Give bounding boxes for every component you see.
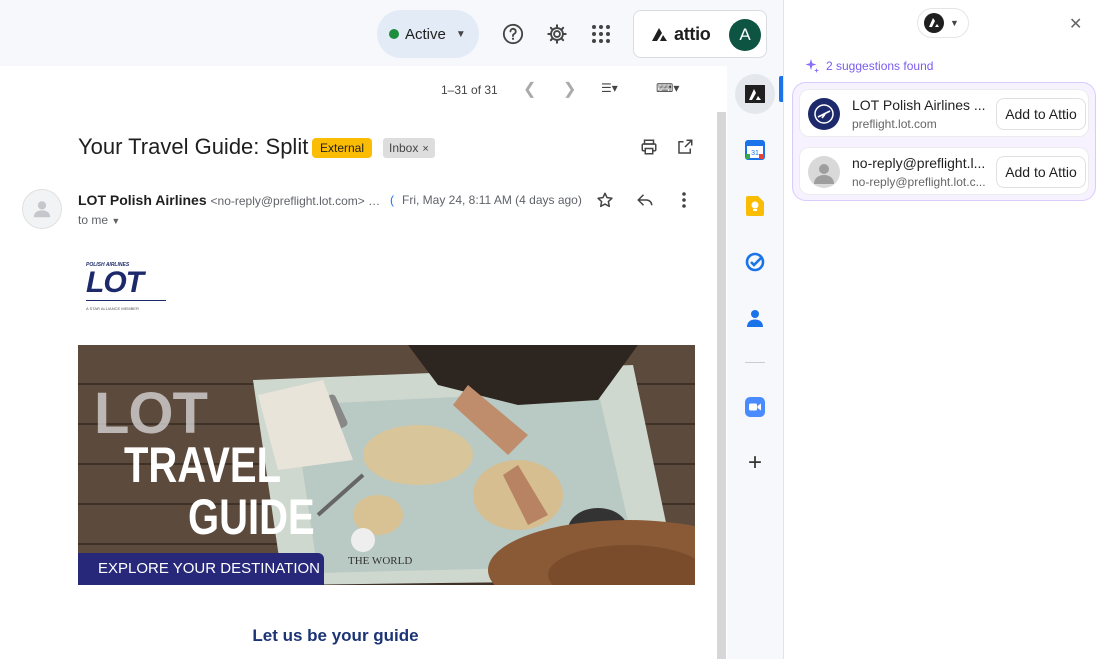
google-contacts-icon[interactable]: [743, 306, 767, 330]
apps-grid-icon[interactable]: [589, 22, 613, 46]
active-status-dot: [389, 29, 399, 39]
next-page-icon[interactable]: ❯: [563, 79, 576, 99]
status-selector[interactable]: Active ▼: [377, 10, 479, 58]
inbox-label-chip[interactable]: Inbox ×: [383, 138, 435, 158]
sender-avatar[interactable]: [22, 189, 62, 229]
recipient-label: to me: [78, 213, 109, 227]
add-to-attio-button[interactable]: Add to Attio: [996, 98, 1086, 130]
banner-title-lot: LOT: [94, 381, 208, 446]
person-avatar: [808, 156, 840, 188]
sender-name[interactable]: LOT Polish Airlines: [78, 192, 207, 208]
attio-extension-button[interactable]: [735, 74, 775, 114]
star-icon[interactable]: [596, 191, 614, 214]
suggestion-card[interactable]: LOT Polish Airlines ... preflight.lot.co…: [799, 89, 1089, 137]
suggestion-domain: preflight.lot.com: [852, 117, 937, 131]
banner-title-guide: GUIDE: [188, 489, 315, 545]
chevron-down-icon: ▼: [111, 216, 121, 226]
suggestion-name: LOT Polish Airlines ...: [852, 97, 986, 113]
explore-destination-button[interactable]: EXPLORE YOUR DESTINATION: [78, 553, 324, 585]
more-options-icon[interactable]: [681, 192, 687, 213]
email-scrollbar[interactable]: [717, 112, 726, 659]
previous-page-icon[interactable]: ❮: [523, 79, 536, 99]
remove-label-icon[interactable]: ×: [422, 143, 428, 155]
lot-airlines-logo[interactable]: POLISH AIRLINES LOT A STAR ALLIANCE MEMB…: [86, 262, 172, 320]
banner-title-travel: TRAVEL: [124, 437, 282, 493]
recipient-details[interactable]: to me ▼: [78, 213, 120, 227]
close-icon[interactable]: ✕: [1069, 14, 1082, 34]
google-calendar-icon[interactable]: 31: [743, 138, 767, 162]
google-tasks-icon[interactable]: [743, 250, 767, 274]
attio-logo-icon: [924, 13, 944, 33]
attio-brand-label: attio: [674, 23, 711, 44]
logo-main-text: LOT: [86, 266, 144, 299]
inbox-label-text: Inbox: [389, 141, 419, 155]
settings-gear-icon[interactable]: [545, 22, 569, 46]
external-badge: External: [312, 138, 373, 158]
suggestion-domain: no-reply@preflight.lot.c...: [852, 175, 986, 189]
sender-email: <no-reply@preflight.lot.com> …: [210, 194, 381, 208]
keyboard-input-icon[interactable]: ⌨▾: [656, 81, 679, 95]
google-keep-icon[interactable]: [743, 194, 767, 218]
attio-logo-icon: [652, 28, 667, 41]
attio-logo-icon: [745, 85, 765, 103]
attio-marker-icon: (: [390, 193, 394, 207]
attio-panel: ▼ ✕ 2 suggestions found LOT Polish Airli…: [783, 0, 1101, 659]
sender-line: LOT Polish Airlines <no-reply@preflight.…: [78, 192, 380, 208]
email-date: Fri, May 24, 8:11 AM (4 days ago): [402, 193, 582, 207]
suggestion-card[interactable]: no-reply@preflight.l... no-reply@preflig…: [799, 147, 1089, 195]
rail-divider: [745, 362, 765, 363]
sparkle-icon: [805, 59, 819, 73]
section-heading: Let us be your guide: [252, 626, 419, 645]
pagination-text: 1–31 of 31: [441, 83, 498, 97]
suggestions-count: 2 suggestions found: [826, 59, 934, 73]
travel-guide-banner[interactable]: LOT TRAVEL GUIDE EXPLORE YOUR DESTINATIO…: [78, 345, 695, 585]
account-avatar[interactable]: A: [729, 19, 761, 51]
gmail-top-bar: Active ▼ attio A: [0, 0, 783, 66]
suggestions-list: LOT Polish Airlines ... preflight.lot.co…: [792, 82, 1096, 201]
add-addon-icon[interactable]: +: [743, 449, 767, 476]
logo-bottom-text: A STAR ALLIANCE MEMBER: [86, 306, 139, 311]
chevron-down-icon: ▼: [455, 28, 466, 40]
reply-icon[interactable]: [636, 191, 654, 214]
side-panel-rail: 31 +: [727, 66, 783, 659]
add-to-attio-button[interactable]: Add to Attio: [996, 156, 1086, 188]
email-view: 1–31 of 31 ❮ ❯ ☰▾ ⌨▾ Your Travel Guide: …: [0, 66, 727, 659]
suggestion-name: no-reply@preflight.l...: [852, 155, 986, 171]
svg-text:31: 31: [751, 150, 759, 157]
help-icon[interactable]: [501, 22, 525, 46]
book-title-text: THE WORLD: [348, 555, 413, 567]
open-in-new-window-icon[interactable]: [676, 138, 694, 161]
chevron-down-icon: ▼: [950, 18, 959, 28]
density-menu-icon[interactable]: ☰▾: [601, 81, 618, 95]
attio-workspace-switcher[interactable]: ▼: [917, 8, 969, 38]
status-label: Active: [405, 25, 446, 43]
lot-company-logo: [808, 98, 840, 130]
zoom-icon[interactable]: [743, 395, 767, 419]
email-subject: Your Travel Guide: Split: [78, 134, 309, 159]
suggestions-header: 2 suggestions found: [804, 58, 933, 74]
print-icon[interactable]: [640, 138, 658, 161]
